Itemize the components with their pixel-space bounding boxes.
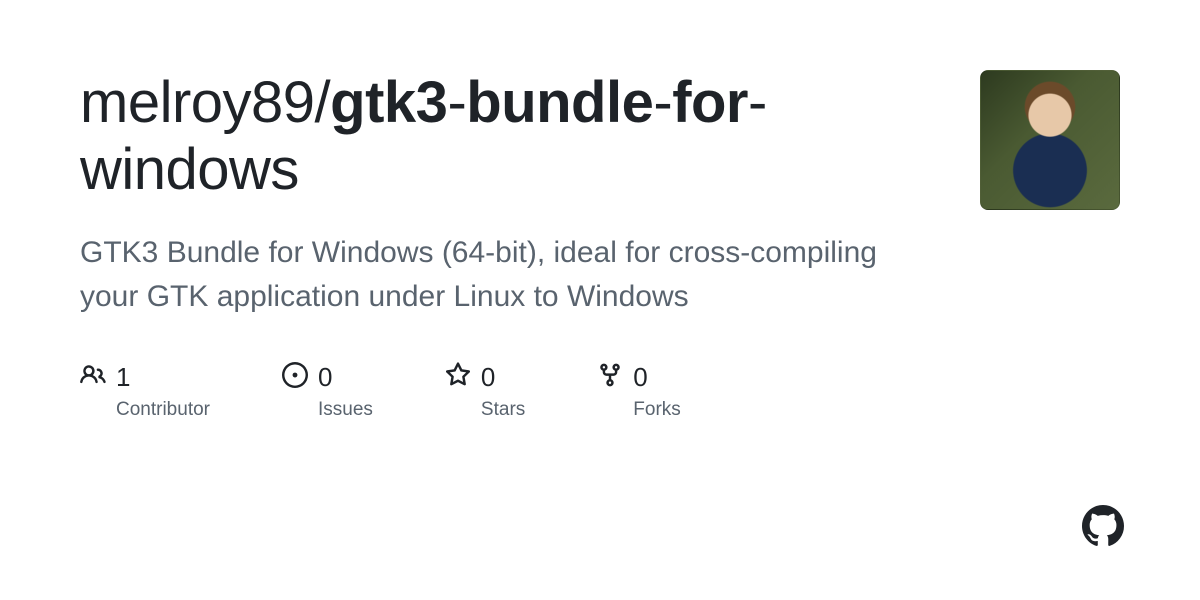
repo-separator: / [315,70,331,135]
stat-stars-label: Stars [481,399,525,421]
stat-stars-top: 0 [445,362,525,393]
issue-opened-icon [282,362,308,393]
stat-forks-label: Forks [633,399,681,421]
star-icon [445,362,471,393]
stat-contributors-value: 1 [116,362,130,393]
stat-stars[interactable]: 0 Stars [445,362,525,421]
stat-forks-value: 0 [633,362,647,393]
stat-issues-label: Issues [318,399,373,421]
repo-owner: melroy89 [80,70,315,135]
stat-issues-top: 0 [282,362,373,393]
stat-contributors[interactable]: 1 Contributor [80,362,210,421]
repo-title[interactable]: melroy89/gtk3-bundle-for-windows [80,70,940,203]
stat-issues-value: 0 [318,362,332,393]
stat-stars-value: 0 [481,362,495,393]
github-mark-icon[interactable] [1082,505,1124,552]
text-column: melroy89/gtk3-bundle-for-windows GTK3 Bu… [80,70,940,421]
repo-forked-icon [597,362,623,393]
stat-forks-top: 0 [597,362,681,393]
stat-issues[interactable]: 0 Issues [282,362,373,421]
stats-row: 1 Contributor 0 Issues 0 [80,362,940,421]
repo-description: GTK3 Bundle for Windows (64-bit), ideal … [80,231,900,318]
people-icon [80,362,106,393]
avatar[interactable] [980,70,1120,210]
header-row: melroy89/gtk3-bundle-for-windows GTK3 Bu… [80,70,1120,421]
stat-forks[interactable]: 0 Forks [597,362,681,421]
stat-contributors-top: 1 [80,362,210,393]
stat-contributors-label: Contributor [116,399,210,421]
